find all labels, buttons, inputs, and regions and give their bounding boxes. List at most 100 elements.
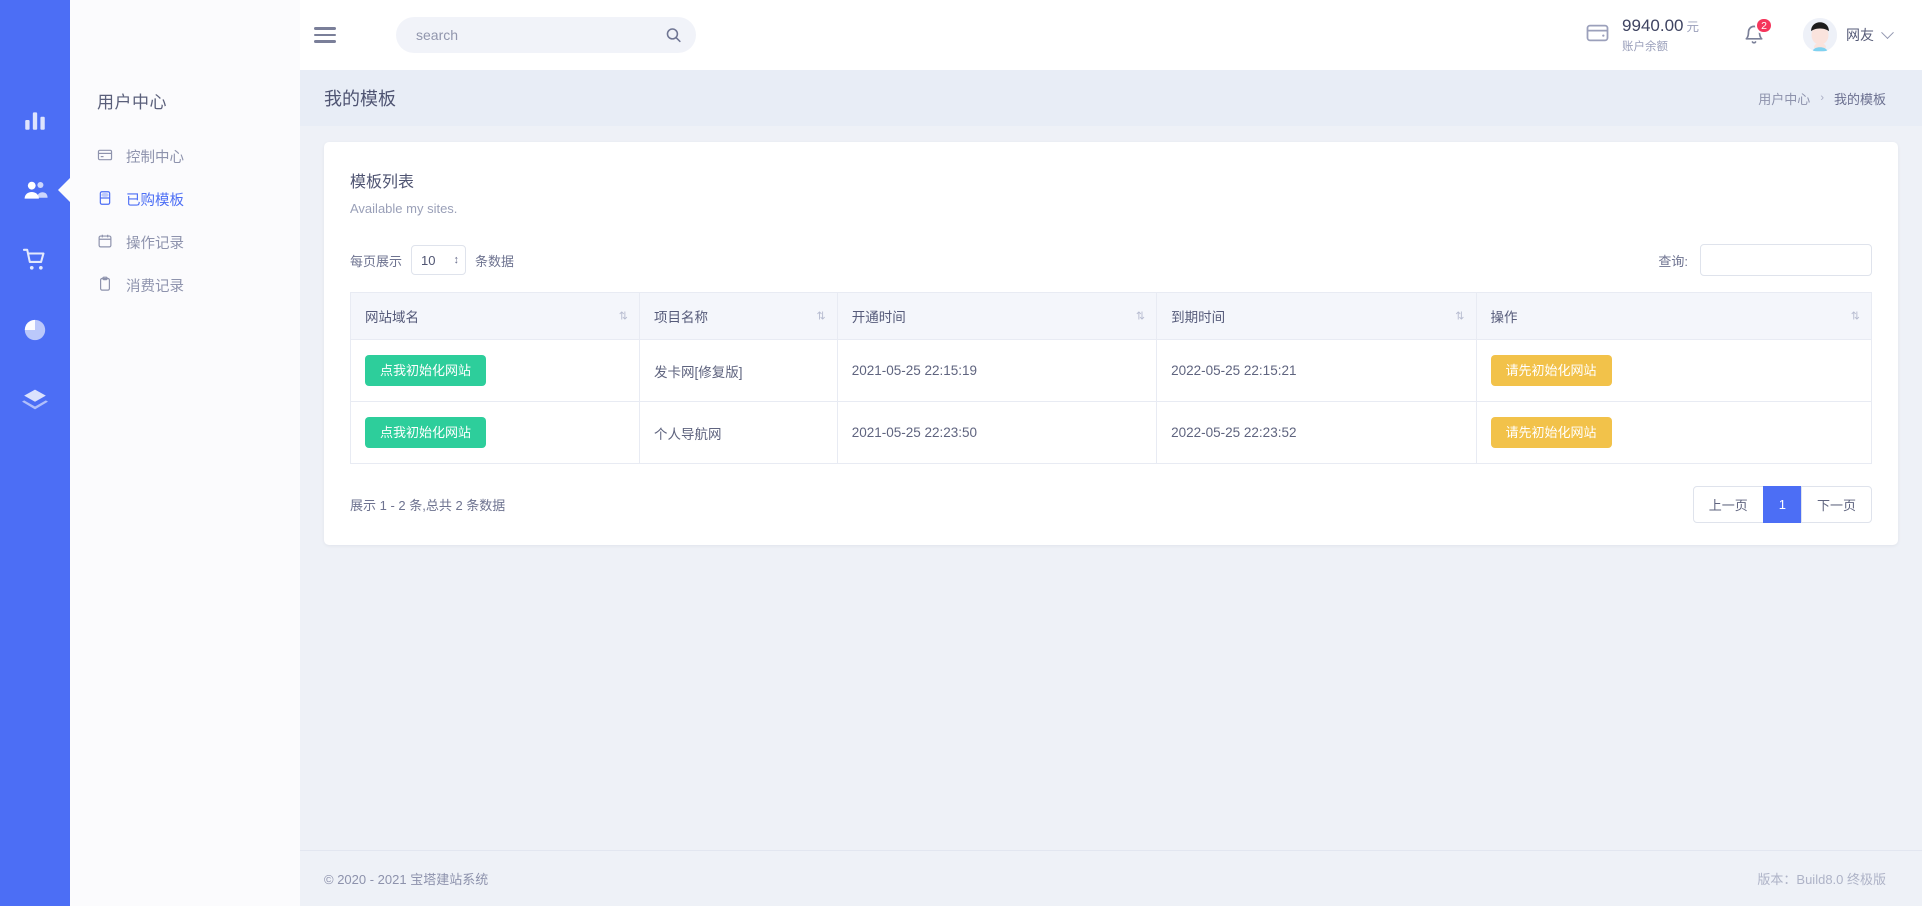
sort-updown-icon[interactable]: ⇅	[1455, 310, 1464, 323]
cell-project: 发卡网[修复版]	[639, 339, 838, 402]
template-list-card: 模板列表 Available my sites. 每页展示 102550100 …	[324, 142, 1898, 545]
menu-toggle-button[interactable]	[314, 23, 336, 47]
search-button[interactable]	[665, 27, 682, 44]
balance-amount: 9940.00	[1622, 15, 1684, 35]
column-header-action[interactable]: 操作 ⇅	[1476, 292, 1873, 340]
init-site-button[interactable]: 点我初始化网站	[365, 417, 487, 448]
notification-badge: 2	[1755, 17, 1773, 34]
pie-chart-icon	[22, 317, 48, 343]
column-header-project[interactable]: 项目名称 ⇅	[639, 292, 838, 340]
user-name: 网友	[1846, 27, 1874, 43]
filter-input[interactable]	[1700, 244, 1872, 276]
notifications-button[interactable]: 2	[1743, 17, 1773, 46]
sidebar-item-label: 已购模板	[126, 193, 184, 209]
column-label: 网站域名	[365, 310, 419, 325]
rail-item-cart[interactable]	[0, 225, 70, 295]
content-area: 模板列表 Available my sites. 每页展示 102550100 …	[300, 126, 1922, 850]
cell-domain: 点我初始化网站	[350, 401, 640, 464]
hamburger-icon-line	[314, 40, 336, 43]
sidebar-item-operation-log[interactable]: 操作记录	[70, 221, 300, 264]
sort-updown-icon[interactable]: ⇅	[1136, 310, 1145, 323]
column-header-domain[interactable]: 网站域名 ⇅	[350, 292, 640, 340]
rail-item-pie-chart[interactable]	[0, 295, 70, 365]
search-input[interactable]	[396, 17, 696, 53]
templates-table: 网站域名 ⇅ 项目名称 ⇅ 开通时间 ⇅ 到期时间 ⇅ 操作 ⇅ 点我初始化网站…	[350, 292, 1873, 464]
page-footer: © 2020 - 2021 宝塔建站系统 版本：Build8.0 终极版	[300, 850, 1922, 906]
balance-texts: 9940.00 元 账户余额	[1622, 16, 1699, 54]
sort-updown-icon[interactable]: ⇅	[1851, 310, 1860, 323]
sort-updown-icon[interactable]: ⇅	[619, 310, 628, 323]
sort-updown-icon[interactable]: ⇅	[816, 310, 825, 323]
balance-currency: 元	[1686, 19, 1699, 34]
please-init-site-button[interactable]: 请先初始化网站	[1490, 417, 1612, 448]
table-header-row: 网站域名 ⇅ 项目名称 ⇅ 开通时间 ⇅ 到期时间 ⇅ 操作 ⇅	[350, 292, 1873, 340]
pagination-prev-button[interactable]: 上一页	[1692, 486, 1764, 523]
cell-open-time: 2021-05-25 22:15:19	[837, 339, 1158, 402]
page-title: 我的模板	[324, 89, 396, 109]
calendar-icon	[97, 233, 113, 253]
cell-action: 请先初始化网站	[1476, 401, 1873, 464]
please-init-site-button[interactable]: 请先初始化网站	[1490, 355, 1612, 386]
sidebar-item-purchased-templates[interactable]: 已购模板	[70, 178, 300, 221]
page-length-select-wrap: 102550100	[411, 245, 467, 275]
hamburger-icon-line	[314, 27, 336, 30]
footer-copyright: © 2020 - 2021 宝塔建站系统	[324, 872, 489, 887]
cell-action: 请先初始化网站	[1476, 339, 1873, 402]
column-label: 到期时间	[1171, 310, 1226, 325]
rail-item-users[interactable]	[0, 155, 70, 225]
filter-label: 查询:	[1658, 253, 1688, 269]
balance-label: 账户余额	[1622, 41, 1669, 54]
sidebar-item-control-center[interactable]: 控制中心	[70, 135, 300, 178]
pagination-next-button[interactable]: 下一页	[1800, 486, 1872, 523]
layers-icon	[22, 387, 48, 413]
page-length-control: 每页展示 102550100 条数据	[350, 245, 514, 275]
cell-open-time: 2021-05-25 22:23:50	[837, 401, 1158, 464]
breadcrumb: 用户中心 › 我的模板	[1758, 89, 1886, 108]
page-length-prefix: 每页展示	[350, 253, 403, 269]
page-length-suffix: 条数据	[475, 253, 515, 269]
users-icon	[22, 177, 48, 203]
cell-project: 个人导航网	[639, 401, 838, 464]
shopping-cart-icon	[22, 247, 48, 273]
page-header: 我的模板 用户中心 › 我的模板	[300, 70, 1922, 126]
user-menu[interactable]: 网友	[1803, 18, 1894, 52]
rail-item-layers[interactable]	[0, 365, 70, 435]
sidebar-item-consumption-log[interactable]: 消费记录	[70, 264, 300, 307]
sidebar: 用户中心 控制中心 已购模板 操作记录 消费记录	[70, 0, 300, 906]
cell-expire-time: 2022-05-25 22:23:52	[1156, 401, 1477, 464]
clipboard-icon	[97, 276, 113, 296]
column-label: 项目名称	[653, 310, 708, 325]
page-length-select[interactable]: 102550100	[411, 245, 467, 275]
column-label: 操作	[1490, 310, 1518, 325]
card-title: 模板列表	[350, 174, 415, 191]
table-info: 展示 1 - 2 条,总共 2 条数据	[350, 498, 506, 513]
wallet-icon	[1585, 20, 1610, 50]
footer-version: 版本：Build8.0 终极版	[1757, 872, 1886, 887]
init-site-button[interactable]: 点我初始化网站	[365, 355, 487, 386]
breadcrumb-parent[interactable]: 用户中心	[1758, 89, 1810, 108]
table-row: 点我初始化网站 发卡网[修复版] 2021-05-25 22:15:19 2022-0…	[350, 339, 1873, 402]
card-subtitle: Available my sites.	[350, 201, 458, 216]
account-balance[interactable]: 9940.00 元 账户余额	[1585, 16, 1699, 54]
column-header-expire-time[interactable]: 到期时间 ⇅	[1156, 292, 1477, 340]
topbar: METRICA	[70, 0, 1922, 70]
table-head: 网站域名 ⇅ 项目名称 ⇅ 开通时间 ⇅ 到期时间 ⇅ 操作 ⇅	[350, 292, 1873, 340]
app-root: 用户中心 控制中心 已购模板 操作记录 消费记录 search 9940.00 …	[0, 0, 1922, 906]
rail-item-bar-chart[interactable]	[0, 85, 70, 155]
breadcrumb-current: 我的模板	[1833, 91, 1886, 107]
hamburger-icon-line	[314, 33, 336, 37]
pagination: 上一页 1 下一页	[1692, 486, 1872, 523]
table-controls: 每页展示 102550100 条数据 查询:	[350, 244, 1872, 276]
main-column: METRICA	[70, 0, 1922, 906]
column-header-open-time[interactable]: 开通时间 ⇅	[837, 292, 1158, 340]
pagination-page-1-button[interactable]: 1	[1762, 486, 1802, 523]
table-footer: 展示 1 - 2 条,总共 2 条数据 上一页 1 下一页	[350, 486, 1872, 523]
table-body: 点我初始化网站 发卡网[修复版] 2021-05-25 22:15:19 2022-0…	[350, 339, 1873, 464]
breadcrumb-separator-icon: ›	[1820, 92, 1824, 104]
credit-card-icon	[97, 147, 113, 167]
icon-rail	[0, 0, 70, 906]
search-box	[396, 17, 696, 53]
database-icon	[97, 190, 113, 210]
sidebar-item-label: 消费记录	[126, 279, 184, 295]
table-filter: 查询:	[1658, 244, 1872, 276]
